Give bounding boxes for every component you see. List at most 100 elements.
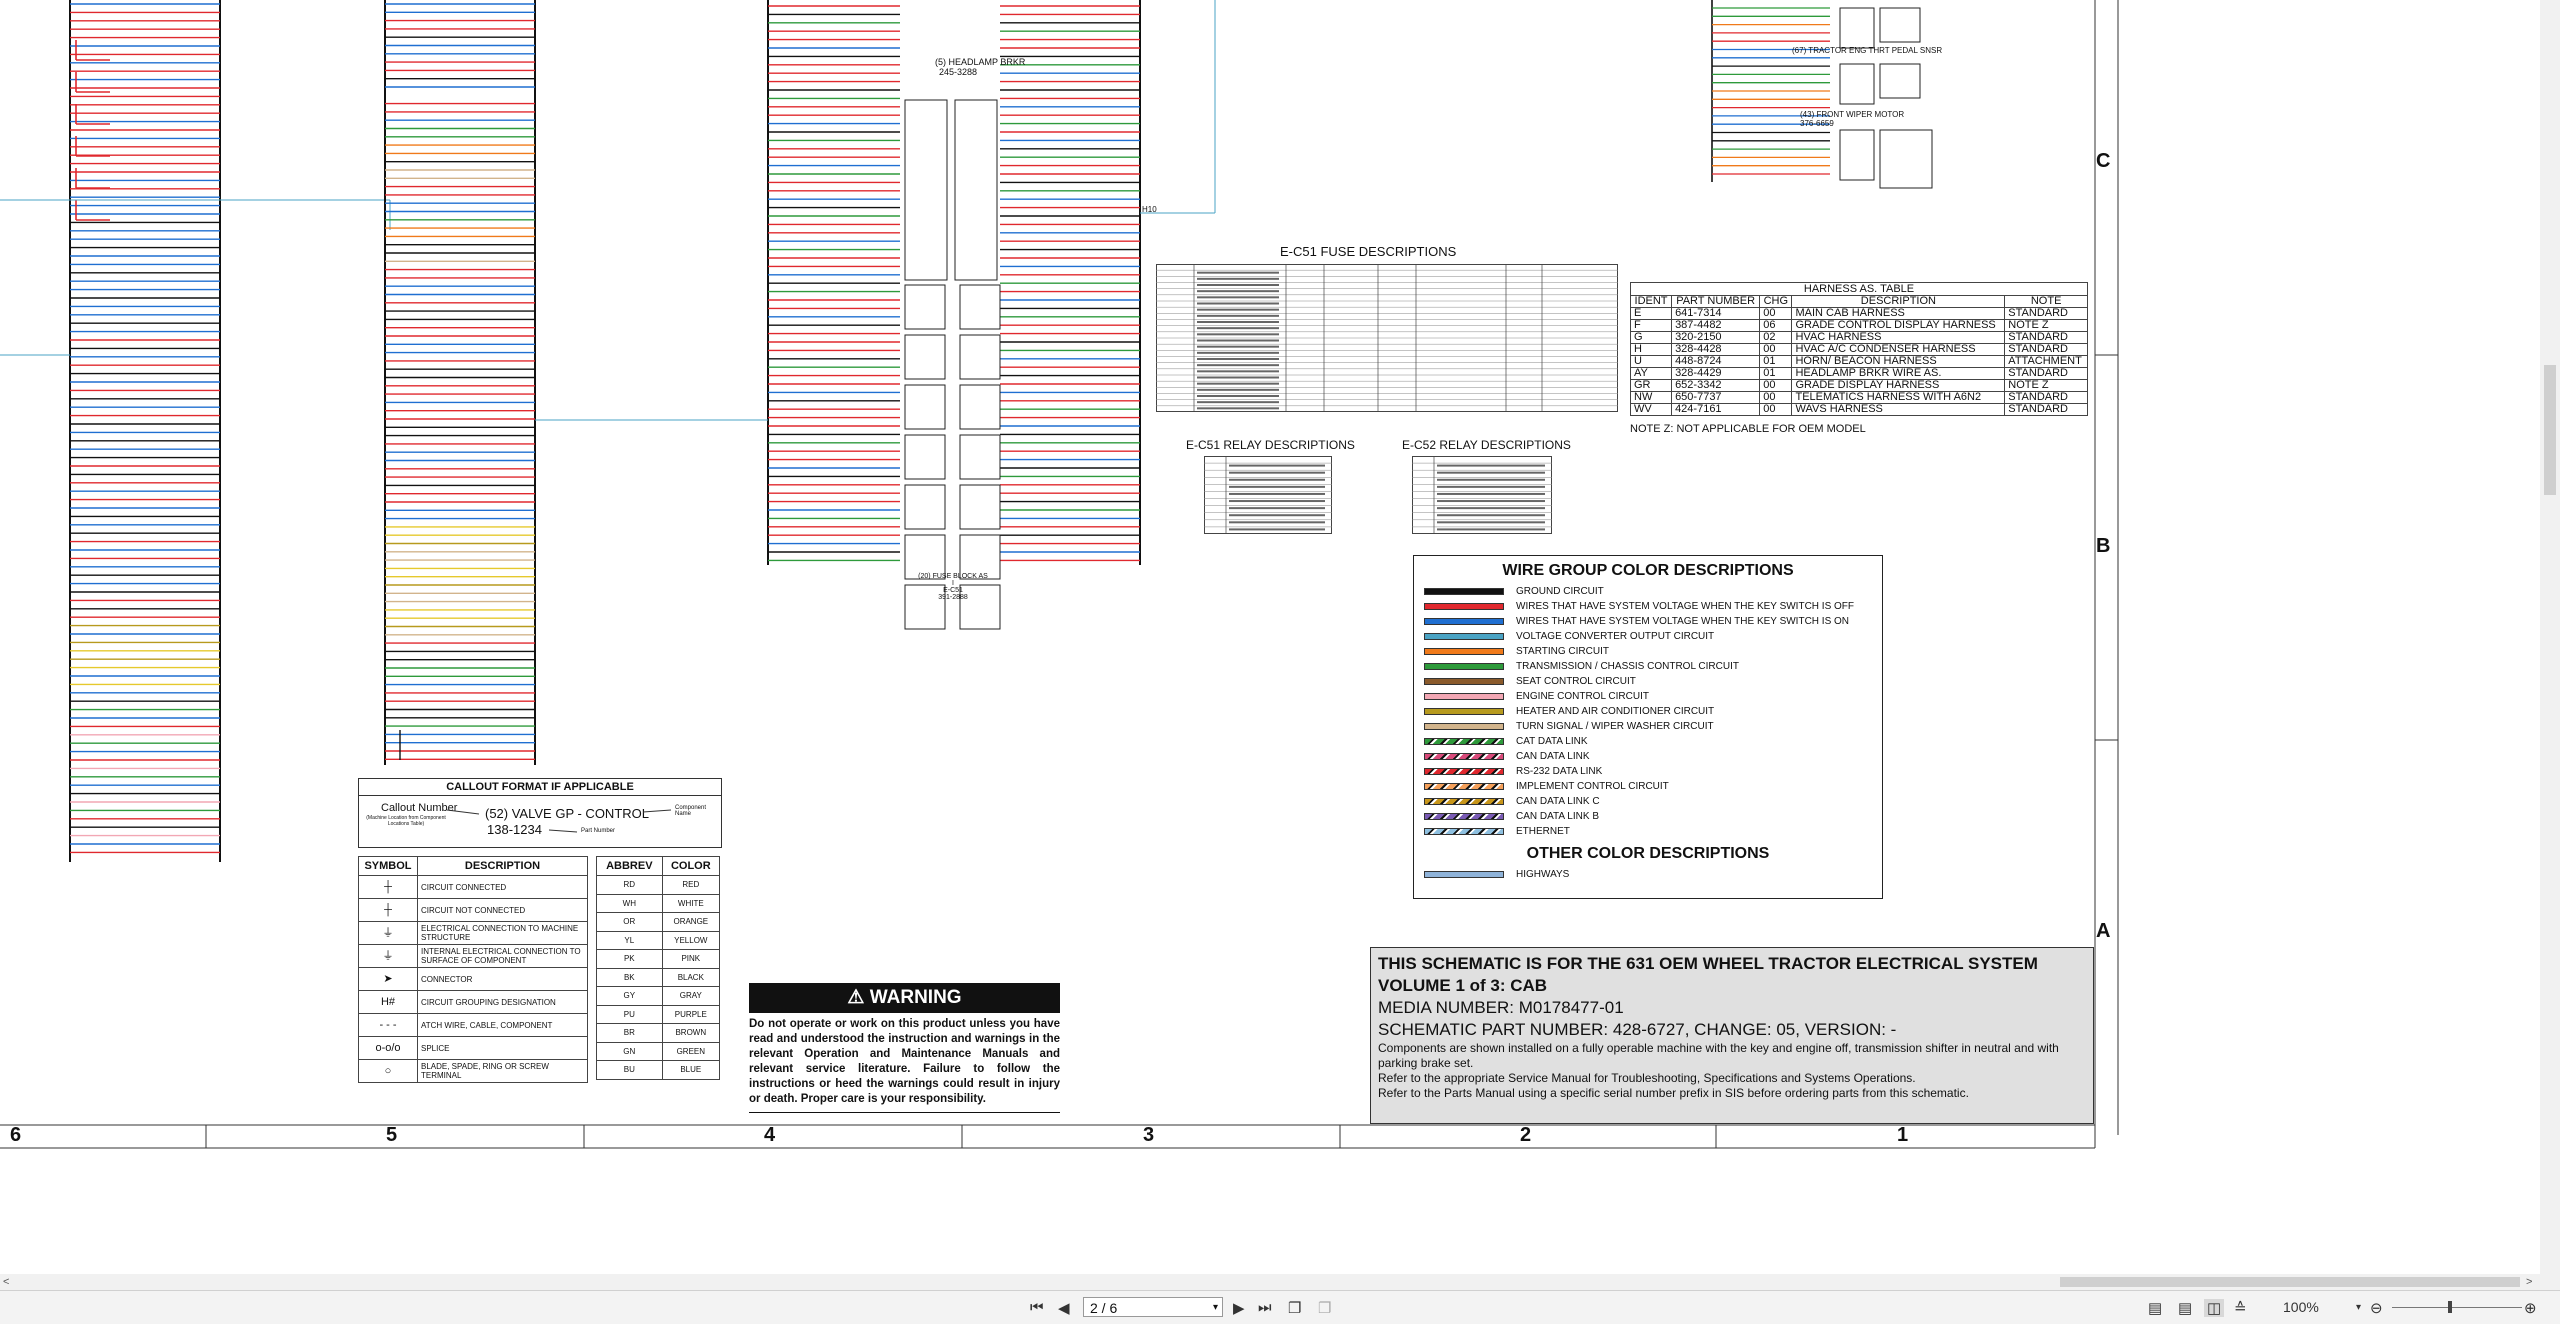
harness-col-ident: IDENT xyxy=(1629,295,1673,308)
symbol-glyph: ⏚ xyxy=(358,944,418,968)
symbol-desc-header: DESCRIPTION xyxy=(417,856,588,876)
harness-cell: MAIN CAB HARNESS xyxy=(1791,307,2006,320)
h10-label: H10 xyxy=(1142,205,1157,214)
wire-color-swatch xyxy=(1424,738,1504,745)
symbol-row: ○ BLADE, SPADE, RING OR SCREW TERMINAL xyxy=(358,1059,588,1083)
harness-cell: 387-4482 xyxy=(1671,319,1761,332)
prev-page-icon[interactable]: ◀ xyxy=(1058,1299,1070,1317)
abbrev-color: RED xyxy=(661,875,721,895)
wire-group-label: SEAT CONTROL CIRCUIT xyxy=(1516,676,1636,687)
view-book-icon[interactable]: ≙ xyxy=(2234,1299,2247,1317)
horizontal-scroll-thumb[interactable] xyxy=(2060,1277,2520,1287)
harness-cell: 06 xyxy=(1759,319,1793,332)
view-continuous-icon[interactable]: ▤ xyxy=(2178,1299,2192,1317)
zone-row-a: A xyxy=(2096,920,2111,942)
harness-cell: STANDARD xyxy=(2004,367,2088,380)
page-dropdown-icon[interactable]: ▾ xyxy=(1213,1298,1218,1318)
warning-title: WARNING xyxy=(869,987,962,1008)
vertical-scrollbar[interactable] xyxy=(2540,0,2560,1290)
scroll-left-icon[interactable]: < xyxy=(3,1276,9,1288)
zoom-dropdown-icon[interactable]: ▾ xyxy=(2356,1302,2361,1313)
symbol-row: o-o/o SPLICE xyxy=(358,1036,588,1060)
wire-group-item: VOLTAGE CONVERTER OUTPUT CIRCUIT xyxy=(1414,629,1882,644)
harness-cell: 328-4429 xyxy=(1671,367,1761,380)
zoom-slider-handle[interactable] xyxy=(2448,1301,2452,1313)
wire-color-swatch xyxy=(1424,693,1504,700)
next-page-icon[interactable]: ▶ xyxy=(1233,1299,1245,1317)
connector-block xyxy=(1839,7,1875,49)
title-note-2: Refer to the appropriate Service Manual … xyxy=(1378,1071,1916,1085)
abbrev-code: BK xyxy=(596,967,663,987)
first-page-icon[interactable]: ⏮ xyxy=(1030,1299,1044,1316)
harness-cell: 00 xyxy=(1759,403,1793,416)
wire-group-item: CAN DATA LINK C xyxy=(1414,794,1882,809)
schematic-sheet: (5) HEADLAMP BRKR 245-3288 (20) FUSE BLO… xyxy=(0,0,2120,1150)
wire-group-label: GROUND CIRCUIT xyxy=(1516,586,1604,597)
wire-group-item: IMPLEMENT CONTROL CIRCUIT xyxy=(1414,779,1882,794)
wire-color-swatch xyxy=(1424,723,1504,730)
relay-c52-table xyxy=(1412,456,1552,534)
harness-note: NOTE Z: NOT APPLICABLE FOR OEM MODEL xyxy=(1630,423,1866,435)
harness-cell: HVAC HARNESS xyxy=(1791,331,2006,344)
harness-cell: G xyxy=(1629,331,1673,344)
wire-group-item: ENGINE CONTROL CIRCUIT xyxy=(1414,689,1882,704)
wire-group-label: RS-232 DATA LINK xyxy=(1516,766,1603,777)
warning-box: ⚠ WARNING Do not operate or work on this… xyxy=(749,983,1060,1113)
other-color-swatch xyxy=(1424,871,1504,878)
connector-block xyxy=(1879,63,1921,99)
vertical-scroll-thumb[interactable] xyxy=(2544,365,2556,495)
wire-group-item: TURN SIGNAL / WIPER WASHER CIRCUIT xyxy=(1414,719,1882,734)
view-two-page-icon[interactable]: ◫ xyxy=(2204,1299,2225,1317)
abbrev-row: BU BLUE xyxy=(596,1060,721,1080)
wire-group-label: CAN DATA LINK xyxy=(1516,751,1590,762)
page-number-input[interactable]: 2 / 6 ▾ xyxy=(1083,1297,1223,1317)
schematic-part-number: SCHEMATIC PART NUMBER: 428-6727, CHANGE:… xyxy=(1378,1020,1897,1039)
wire-group-title: WIRE GROUP COLOR DESCRIPTIONS xyxy=(1502,562,1794,579)
abbrev-color: BROWN xyxy=(661,1023,721,1043)
symbol-description: ELECTRICAL CONNECTION TO MACHINE STRUCTU… xyxy=(417,921,588,945)
harness-cell: GRADE DISPLAY HARNESS xyxy=(1791,379,2006,392)
harness-cell: HEADLAMP BRKR WIRE AS. xyxy=(1791,367,2006,380)
horizontal-scrollbar[interactable]: < > xyxy=(0,1274,2540,1290)
harness-cell: F xyxy=(1629,319,1673,332)
harness-table: HARNESS AS. TABLE IDENT PART NUMBER CHG … xyxy=(1629,282,2088,435)
wire-group-label: CAN DATA LINK C xyxy=(1516,796,1600,807)
harness-row: G 320-2150 02 HVAC HARNESS STANDARD xyxy=(1629,331,2088,344)
scroll-right-icon[interactable]: > xyxy=(2526,1276,2532,1288)
harness-row: F 387-4482 06 GRADE CONTROL DISPLAY HARNESS… xyxy=(1629,319,2088,332)
zoom-out-icon[interactable]: ⊖ xyxy=(2370,1299,2383,1317)
zone-row-b: B xyxy=(2096,535,2111,557)
zoom-in-icon[interactable]: ⊕ xyxy=(2524,1299,2537,1317)
harness-cell: HVAC A/C CONDENSER HARNESS xyxy=(1791,343,2006,356)
wire-color-swatch xyxy=(1424,828,1504,835)
harness-row: GR 652-3342 00 GRADE DISPLAY HARNESS NOTE Z xyxy=(1629,379,2088,392)
symbol-glyph: ┼ xyxy=(358,898,418,922)
harness-cell: WV xyxy=(1629,403,1673,416)
harness-cell: STANDARD xyxy=(2004,307,2088,320)
harness-cell: 00 xyxy=(1759,307,1793,320)
harness-cell: TELEMATICS HARNESS WITH A6N2 xyxy=(1791,391,2006,404)
zoom-slider-track[interactable] xyxy=(2392,1307,2522,1308)
zoom-value[interactable]: 100% xyxy=(2283,1299,2319,1315)
delete-page-icon[interactable]: ❐ xyxy=(1318,1299,1331,1317)
view-single-icon[interactable]: ▤ xyxy=(2148,1299,2162,1317)
harness-cell: 652-3342 xyxy=(1671,379,1761,392)
relay-c52-title: E-C52 RELAY DESCRIPTIONS xyxy=(1402,438,1571,452)
wire-group-item: CAN DATA LINK xyxy=(1414,749,1882,764)
wire-color-swatch xyxy=(1424,678,1504,685)
callout-title: CALLOUT FORMAT IF APPLICABLE xyxy=(359,779,721,796)
symbol-row: ┼ CIRCUIT CONNECTED xyxy=(358,875,588,899)
insert-page-icon[interactable]: ❐ xyxy=(1288,1299,1301,1317)
other-color-label: HIGHWAYS xyxy=(1516,869,1570,880)
wire-group-legend: WIRE GROUP COLOR DESCRIPTIONS GROUND CIR… xyxy=(1413,555,1883,899)
harness-col-part: PART NUMBER xyxy=(1671,295,1761,308)
connector-block xyxy=(959,284,1001,330)
harness-row: H 328-4428 00 HVAC A/C CONDENSER HARNESS STA… xyxy=(1629,343,2088,356)
warning-icon: ⚠ xyxy=(847,987,865,1008)
abbrev-row: YL YELLOW xyxy=(596,930,721,950)
last-page-icon[interactable]: ⏭ xyxy=(1258,1299,1272,1316)
abbrev-row: GN GREEN xyxy=(596,1041,721,1061)
harness-cell: E xyxy=(1629,307,1673,320)
harness-cell: 650-7737 xyxy=(1671,391,1761,404)
harness-cell: 448-8724 xyxy=(1671,355,1761,368)
